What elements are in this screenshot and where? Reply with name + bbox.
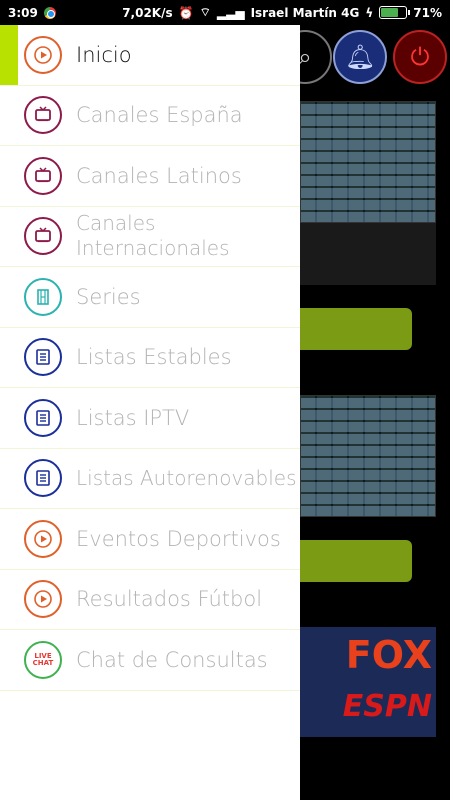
live-chat-icon: LIVE CHAT xyxy=(24,640,62,679)
tv-wall-image-1[interactable] xyxy=(300,101,436,223)
play-circle-icon xyxy=(24,580,62,619)
card-caption-1 xyxy=(300,223,436,285)
card-action-button-2[interactable] xyxy=(300,540,412,582)
sports-logos-image[interactable]: FOX ESPN xyxy=(300,627,436,737)
bell-icon: 🔔︎ xyxy=(344,43,376,71)
menu-item-label: Chat de Consultas xyxy=(76,647,268,672)
chrome-icon xyxy=(43,6,56,19)
network-speed: 7,02K/s xyxy=(122,5,173,20)
power-icon: ⏻ xyxy=(410,43,430,71)
menu-item-listas-estables[interactable]: Listas Estables xyxy=(0,328,300,388)
menu-item-label: Listas IPTV xyxy=(76,405,190,430)
notifications-button[interactable]: 🔔︎ xyxy=(333,30,387,84)
menu-item-label: Listas Autorenovables xyxy=(76,465,297,490)
power-button[interactable]: ⏻ xyxy=(393,30,447,84)
alarm-icon: ⏰ xyxy=(178,5,194,20)
menu-item-label: Series xyxy=(76,284,141,309)
menu-item-listas-autorenovables[interactable]: Listas Autorenovables xyxy=(0,449,300,509)
menu-item-label: Resultados Fútbol xyxy=(76,587,263,612)
menu-item-canales-internacionales[interactable]: Canales Internacionales xyxy=(0,207,300,267)
fox-logo: FOX xyxy=(345,633,432,677)
status-bar: 3:09 7,02K/s ⏰ ⌔ ▂▃▅ Israel Martín 4G ϟ … xyxy=(0,0,450,25)
menu-item-label: Canales Latinos xyxy=(76,163,242,188)
card-action-button-1[interactable] xyxy=(300,308,412,350)
menu-item-chat-de-consultas[interactable]: LIVE CHAT Chat de Consultas xyxy=(0,630,300,691)
tv-icon xyxy=(24,217,62,256)
wifi-icon: ⌔ xyxy=(199,5,211,19)
battery-percent: 71% xyxy=(413,5,442,20)
menu-item-label: Canales España xyxy=(76,103,243,128)
navigation-drawer: Inicio Canales España Canales Latinos Canal… xyxy=(0,25,300,800)
battery-icon xyxy=(379,6,411,19)
status-time: 3:09 xyxy=(8,5,38,20)
play-circle-icon xyxy=(24,35,62,74)
menu-item-inicio[interactable]: Inicio xyxy=(0,25,300,86)
tv-icon xyxy=(24,96,62,135)
list-icon xyxy=(24,338,62,377)
menu-item-resultados-futbol[interactable]: Resultados Fútbol xyxy=(0,570,300,630)
tv-icon xyxy=(24,156,62,195)
charging-icon: ϟ xyxy=(365,5,374,20)
search-icon: ⌕ xyxy=(298,43,312,71)
signal-icon: ▂▃▅ xyxy=(216,5,245,20)
carrier-name: Israel Martín 4G xyxy=(250,5,360,20)
live-chat-text: CHAT xyxy=(32,658,54,667)
espn-logo: ESPN xyxy=(342,689,432,724)
list-icon xyxy=(24,398,62,437)
play-circle-icon xyxy=(24,519,62,558)
menu-item-label: Listas Estables xyxy=(76,345,232,370)
menu-item-label: Eventos Deportivos xyxy=(76,526,281,551)
film-icon xyxy=(24,277,62,316)
menu-item-eventos-deportivos[interactable]: Eventos Deportivos xyxy=(0,509,300,570)
list-icon xyxy=(24,459,62,498)
menu-item-label: Inicio xyxy=(76,42,132,67)
menu-item-series[interactable]: Series xyxy=(0,267,300,328)
menu-item-listas-iptv[interactable]: Listas IPTV xyxy=(0,388,300,449)
menu-item-canales-latinos[interactable]: Canales Latinos xyxy=(0,146,300,207)
menu-item-canales-espana[interactable]: Canales España xyxy=(0,86,300,146)
tv-wall-image-2[interactable] xyxy=(300,395,436,517)
menu-item-label: Canales Internacionales xyxy=(76,211,230,261)
